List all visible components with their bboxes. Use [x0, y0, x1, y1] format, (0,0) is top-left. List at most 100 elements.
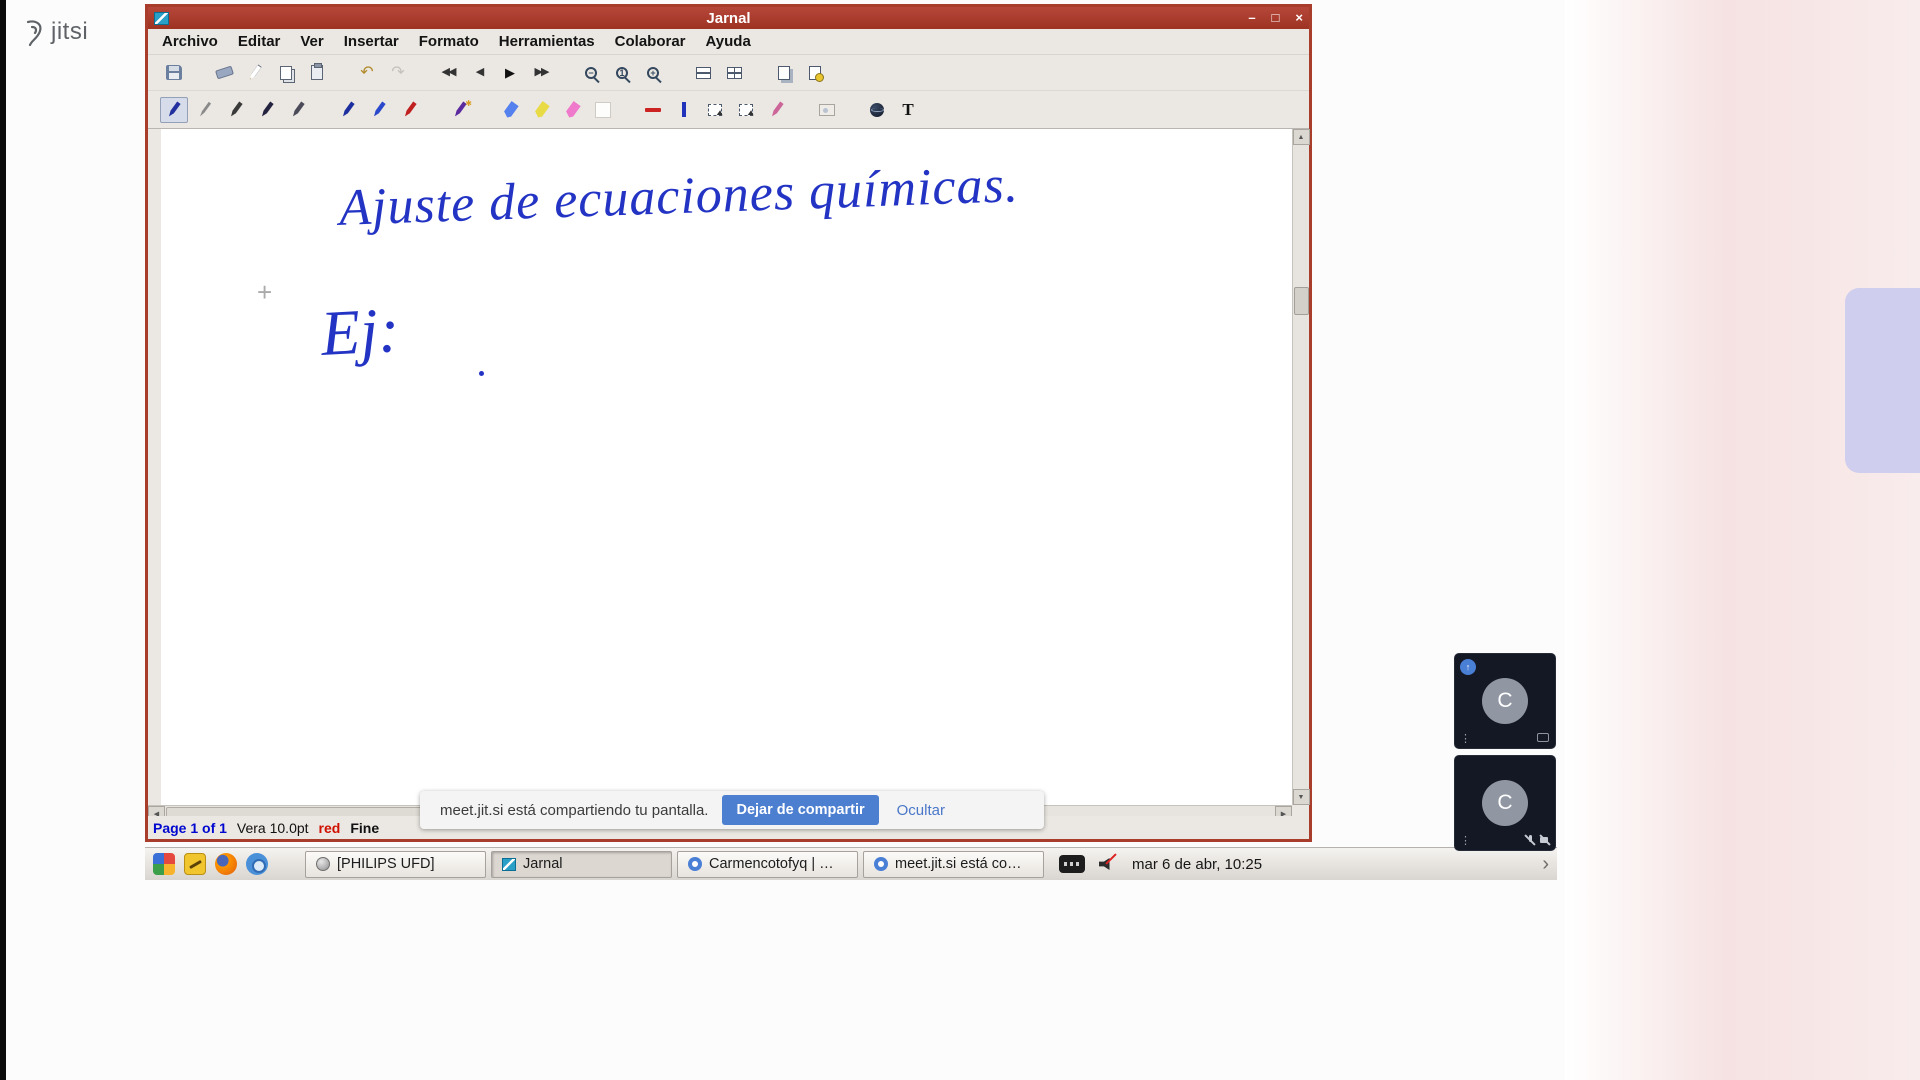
vertical-scroll-thumb[interactable]	[1294, 287, 1309, 315]
menu-ver[interactable]: Ver	[290, 33, 333, 50]
highlighter-blue-button[interactable]	[496, 97, 524, 123]
task-label: Carmencotofyq | …	[709, 856, 834, 872]
previous-page-button[interactable]: ◀	[465, 60, 493, 86]
save-button[interactable]	[160, 60, 188, 86]
pen-black-icon	[229, 101, 244, 118]
pen-navy-icon	[341, 101, 356, 118]
window-titlebar[interactable]: Jarnal – □ ×	[148, 7, 1309, 29]
stop-sharing-button[interactable]: Dejar de compartir	[722, 795, 879, 825]
ruled-line-icon	[645, 107, 661, 112]
participant-tile-2[interactable]: C ⋮	[1455, 756, 1555, 850]
stroke-eraser-icon	[770, 101, 785, 118]
page-indicator: Page 1 of 1	[153, 819, 227, 836]
pen-red-button[interactable]	[396, 97, 424, 123]
grid-view-button[interactable]	[720, 60, 748, 86]
highlighter-pink-button[interactable]	[558, 97, 586, 123]
notes-launcher[interactable]	[182, 851, 208, 877]
close-button[interactable]: ×	[1295, 8, 1303, 28]
last-page-button[interactable]: ▶▶	[527, 60, 555, 86]
blank-swatch-button[interactable]	[589, 97, 617, 123]
task-carmencotofyq[interactable]: Carmencotofyq | …	[677, 850, 858, 878]
crosshair-cursor: +	[257, 277, 273, 307]
vertical-scrollbar[interactable]: ▲ ▼	[1292, 129, 1310, 805]
redo-button[interactable]: ↷	[384, 60, 412, 86]
taskbar-clock[interactable]: mar 6 de abr, 10:25	[1132, 856, 1262, 873]
pen-color-indicator: red	[318, 819, 341, 836]
taskbar-chevron-icon[interactable]: ›	[1542, 853, 1551, 876]
drawing-canvas[interactable]: Ajuste de ecuaciones químicas. Ej: +	[161, 129, 1292, 805]
pen-double-button[interactable]	[284, 97, 312, 123]
participant-tile-1[interactable]: ↑ C ⋮	[1455, 654, 1555, 748]
zoom-in-button[interactable]: +	[639, 60, 667, 86]
task-meet-jitsi[interactable]: meet.jit.si está co…	[863, 850, 1044, 878]
insert-image-button[interactable]	[813, 97, 841, 123]
app-menu-icon	[153, 853, 175, 875]
zoom-reset-button[interactable]: 1	[608, 60, 636, 86]
keyboard-indicator-icon[interactable]	[1059, 855, 1085, 873]
text-tool-button[interactable]: T	[894, 97, 922, 123]
zoom-out-icon: −	[585, 66, 597, 79]
tile-menu-icon[interactable]: ⋮	[1460, 732, 1471, 745]
zoom-out-button[interactable]: −	[577, 60, 605, 86]
stroke-eraser-button[interactable]	[763, 97, 791, 123]
tile-menu-icon[interactable]: ⋮	[1460, 834, 1471, 847]
eraser-button[interactable]	[210, 60, 238, 86]
menu-colaborar[interactable]: Colaborar	[605, 33, 696, 50]
task-philips-ufd[interactable]: [PHILIPS UFD]	[305, 850, 486, 878]
undo-button[interactable]: ↶	[353, 60, 381, 86]
menubar: Archivo Editar Ver Insertar Formato Herr…	[148, 29, 1309, 55]
grid-view-icon	[726, 66, 742, 79]
maximize-button[interactable]: □	[1272, 8, 1280, 28]
volume-muted-icon[interactable]	[1097, 853, 1119, 873]
pen-royal-button[interactable]	[365, 97, 393, 123]
scroll-up-button[interactable]: ▲	[1292, 129, 1310, 145]
jitsi-background-band	[1565, 0, 1920, 1080]
pen-favorite-button[interactable]: ✱	[446, 97, 474, 123]
menu-ayuda[interactable]: Ayuda	[696, 33, 761, 50]
copy-button[interactable]	[272, 60, 300, 86]
first-page-icon: ◀◀	[441, 66, 457, 78]
duplicate-page-icon	[778, 65, 790, 80]
web-link-button[interactable]	[863, 97, 891, 123]
text-caret-button[interactable]	[670, 97, 698, 123]
screenshare-indicator-icon	[1537, 733, 1549, 742]
text-tool-icon: T	[902, 99, 914, 119]
single-page-view-button[interactable]	[689, 60, 717, 86]
hide-notification-button[interactable]: Ocultar	[897, 802, 945, 819]
menu-insertar[interactable]: Insertar	[334, 33, 409, 50]
toolbar-pens: ✱ T	[148, 91, 1309, 129]
pen-red-icon	[403, 101, 418, 118]
pen-dark-button[interactable]	[253, 97, 281, 123]
minimize-button[interactable]: –	[1248, 8, 1255, 28]
menu-herramientas[interactable]: Herramientas	[489, 33, 605, 50]
first-page-button[interactable]: ◀◀	[434, 60, 462, 86]
next-page-button[interactable]: ▶	[496, 60, 524, 86]
chromium-launcher[interactable]	[244, 851, 270, 877]
scroll-down-button[interactable]: ▼	[1292, 789, 1310, 805]
menu-archivo[interactable]: Archivo	[152, 33, 228, 50]
select-region-button[interactable]	[732, 97, 760, 123]
select-rectangle-button[interactable]	[701, 97, 729, 123]
firefox-launcher[interactable]	[213, 851, 239, 877]
zoom-reset-icon: 1	[616, 66, 628, 79]
jarnal-task-icon	[502, 857, 516, 871]
app-menu-launcher[interactable]	[151, 851, 177, 877]
copy-page-button[interactable]	[241, 60, 269, 86]
pen-fine-button[interactable]	[191, 97, 219, 123]
menu-editar[interactable]: Editar	[228, 33, 291, 50]
pen-blue-button[interactable]	[160, 96, 188, 123]
page-setup-button[interactable]	[801, 60, 829, 86]
page-setup-icon	[809, 65, 824, 82]
pen-black-button[interactable]	[222, 97, 250, 123]
task-label: meet.jit.si está co…	[895, 856, 1022, 872]
meet-tab-icon	[874, 857, 888, 871]
task-jarnal[interactable]: Jarnal	[491, 850, 672, 878]
meet-tab-icon	[688, 857, 702, 871]
menu-formato[interactable]: Formato	[409, 33, 489, 50]
paste-button[interactable]	[303, 60, 331, 86]
pen-navy-button[interactable]	[334, 97, 362, 123]
highlighter-yellow-button[interactable]	[527, 97, 555, 123]
firefox-icon	[215, 853, 237, 875]
duplicate-page-button[interactable]	[770, 60, 798, 86]
ruled-line-button[interactable]	[639, 97, 667, 123]
